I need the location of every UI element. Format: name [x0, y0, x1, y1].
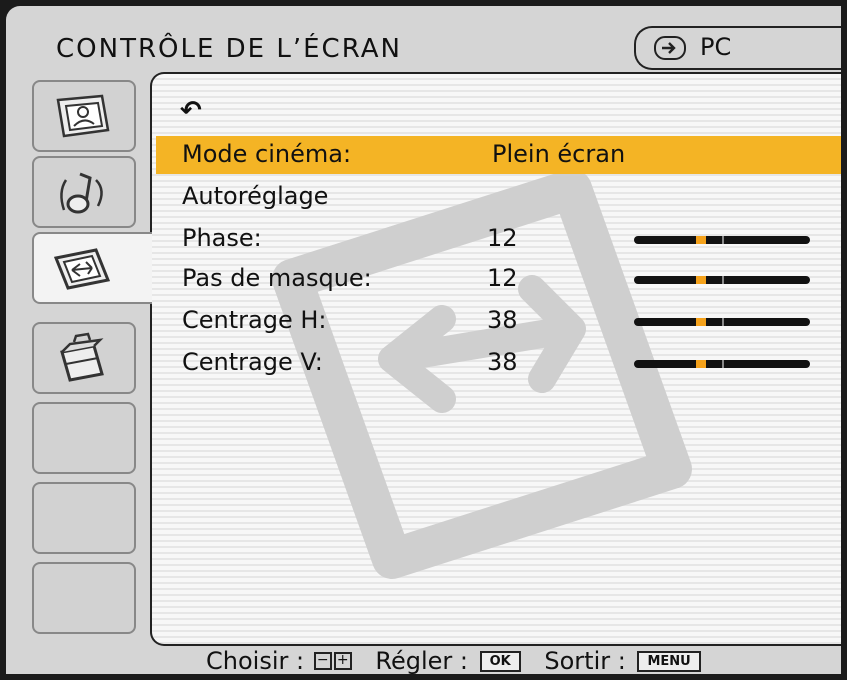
menu-row-h-position[interactable]: Centrage H: 38 [156, 302, 841, 340]
screen-adjust-icon [53, 248, 111, 290]
ok-key: OK [479, 650, 521, 672]
phase-slider[interactable] [634, 236, 810, 244]
tab-empty-3 [32, 562, 136, 634]
settings-panel: ↶ Mode cinéma: Plein écran Autoréglage P… [150, 72, 841, 646]
menu-key: MENU [637, 650, 701, 672]
menu-row-label: Pas de masque: [182, 264, 372, 292]
tab-empty-1 [32, 402, 136, 474]
menu-row-label: Centrage H: [182, 306, 327, 334]
menu-row-label: Phase: [182, 224, 262, 252]
slider-center-tick [722, 276, 724, 284]
dot-clock-slider[interactable] [634, 276, 810, 284]
setup-icon [60, 332, 104, 382]
tab-empty-2 [32, 482, 136, 554]
exit-hint-label: Sortir : [544, 647, 626, 674]
menu-row-phase[interactable]: Phase: 12 [156, 220, 841, 258]
menu-row-value: 38 [487, 306, 518, 334]
choose-hint-label: Choisir : [206, 647, 305, 674]
menu-row-auto-adjust[interactable]: Autoréglage [156, 178, 841, 216]
slider-center-tick [722, 318, 724, 326]
tab-sound[interactable] [32, 156, 136, 228]
h-position-slider[interactable] [634, 318, 810, 326]
input-source-indicator: PC [634, 26, 841, 70]
menu-row-value: 12 [487, 224, 518, 252]
input-source-icon [654, 36, 686, 60]
picture-icon [56, 94, 110, 138]
back-icon[interactable]: ↶ [180, 96, 202, 126]
slider-thumb[interactable] [695, 318, 706, 326]
menu-row-label: Autoréglage [182, 182, 329, 210]
menu-row-dot-clock[interactable]: Pas de masque: 12 [156, 260, 841, 298]
slider-thumb[interactable] [695, 360, 706, 368]
tab-picture[interactable] [32, 80, 136, 152]
menu-row-cinema-mode[interactable]: Mode cinéma: Plein écran [156, 136, 841, 174]
adjust-hint-label: Régler : [375, 647, 468, 674]
tab-setup[interactable] [32, 322, 136, 394]
plus-key: + [333, 652, 352, 670]
menu-row-v-position[interactable]: Centrage V: 38 [156, 344, 841, 382]
slider-thumb[interactable] [695, 236, 706, 244]
menu-title: CONTRÔLE DE L’ÉCRAN [56, 34, 402, 64]
v-position-slider[interactable] [634, 360, 810, 368]
menu-row-label: Mode cinéma: [182, 140, 352, 168]
slider-center-tick [722, 360, 724, 368]
minus-key: − [313, 652, 332, 670]
menu-row-value: Plein écran [492, 140, 626, 168]
menu-row-label: Centrage V: [182, 348, 323, 376]
osd-screen: CONTRÔLE DE L’ÉCRAN PC ↶ Mode cinéma: Pl… [6, 6, 841, 674]
input-source-label: PC [700, 33, 732, 61]
menu-row-value: 38 [487, 348, 518, 376]
sound-icon [60, 172, 103, 214]
menu-row-value: 12 [487, 264, 518, 292]
tab-screen-adjust[interactable] [32, 232, 152, 304]
slider-center-tick [722, 236, 724, 244]
footer-hints: Choisir : − + Régler : OK Sortir : MENU [206, 646, 701, 674]
slider-thumb[interactable] [695, 276, 706, 284]
